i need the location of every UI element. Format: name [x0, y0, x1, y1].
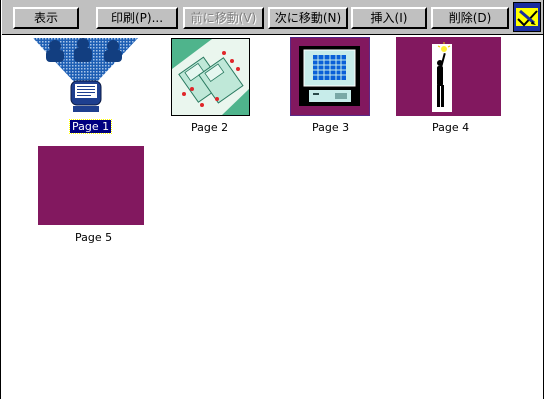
page-sorter-window: 表示 印刷(P)... 前に移動(V) 次に移動(N) 挿入(I) 削除(D)	[0, 0, 544, 399]
page-4-thumbnail[interactable]	[396, 37, 501, 116]
move-next-button[interactable]: 次に移動(N)	[268, 7, 348, 29]
page-3-label[interactable]: Page 3	[312, 121, 349, 134]
view-button[interactable]: 表示	[13, 7, 79, 29]
print-button[interactable]: 印刷(P)...	[96, 7, 178, 29]
page-4-label[interactable]: Page 4	[432, 121, 469, 134]
page-1-label[interactable]: Page 1	[68, 119, 113, 134]
page-5-thumbnail[interactable]	[38, 146, 144, 225]
pencil-check-icon[interactable]	[513, 2, 541, 32]
delete-button[interactable]: 削除(D)	[431, 7, 509, 29]
page-1-thumbnail[interactable]	[33, 38, 138, 116]
page-5-label[interactable]: Page 5	[75, 231, 112, 244]
page-2-thumbnail[interactable]	[171, 38, 250, 116]
insert-button[interactable]: 挿入(I)	[351, 7, 427, 29]
toolbar: 表示 印刷(P)... 前に移動(V) 次に移動(N) 挿入(I) 削除(D)	[2, 0, 543, 35]
page-3-thumbnail[interactable]	[290, 37, 370, 116]
move-previous-button[interactable]: 前に移動(V)	[183, 7, 264, 29]
page-2-label[interactable]: Page 2	[191, 121, 228, 134]
